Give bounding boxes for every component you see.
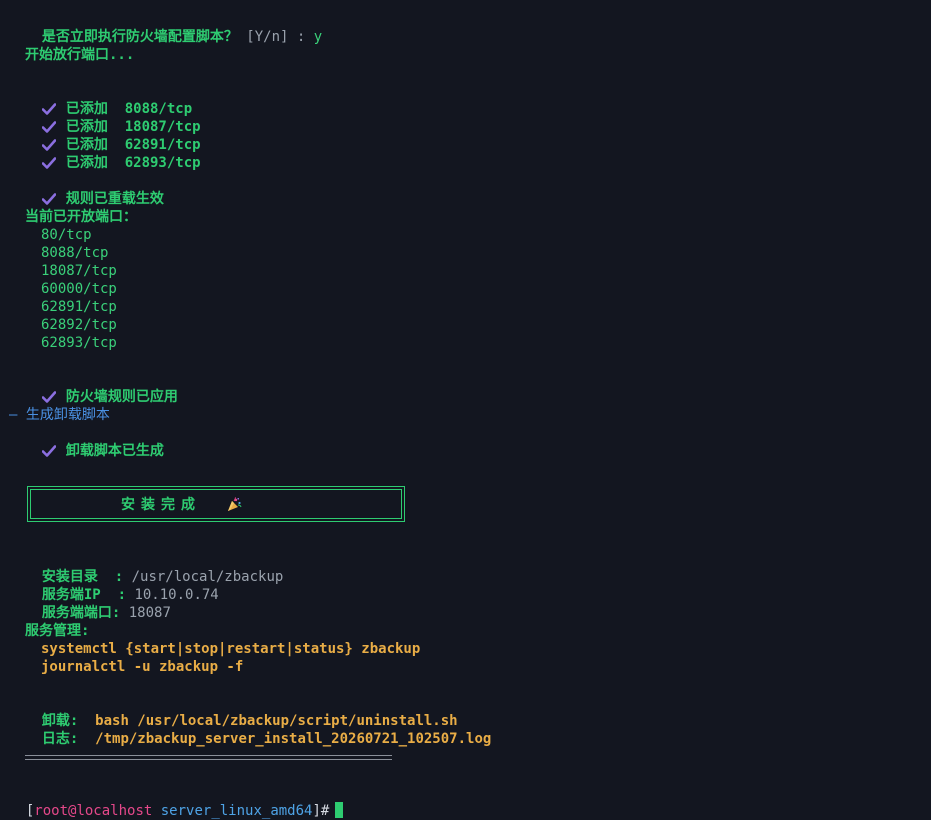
open-port: 80/tcp: [41, 227, 92, 243]
opening-ports-text: 开始放行端口...: [25, 47, 135, 63]
service-cmd-systemctl: systemctl {start|stop|restart|status} zb…: [41, 641, 421, 657]
party-popper-icon: [226, 497, 242, 517]
confirm-answer: y: [313, 29, 323, 45]
open-port: 62891/tcp: [41, 299, 117, 315]
prompt-user-host: root@localhost: [34, 803, 153, 819]
install-dir-line: 安装目录 : /usr/local/zbackup: [25, 550, 283, 585]
text-cursor[interactable]: [335, 802, 344, 818]
server-port-label: 服务端端口:: [41, 605, 121, 621]
log-line: 日志: /tmp/zbackup_server_install_20260721…: [25, 712, 491, 747]
prompt-dir: server_linux_amd64: [160, 803, 313, 819]
open-port: 62892/tcp: [41, 317, 117, 333]
check-icon: [41, 154, 66, 172]
added-line: 已添加 62893/tcp: [25, 136, 201, 171]
log-label: 日志:: [41, 731, 79, 747]
uninstall-generated-text: 卸载脚本已生成: [65, 443, 164, 459]
reloaded-text: 规则已重载生效: [65, 191, 164, 207]
shell-prompt[interactable]: [root@localhost server_linux_amd64]#: [9, 784, 344, 819]
added-line: 已添加 62891/tcp: [25, 118, 201, 153]
check-icon: [41, 442, 66, 460]
install-complete-box: [27, 486, 405, 522]
log-path: /tmp/zbackup_server_install_20260721_102…: [95, 731, 492, 747]
service-mgmt-title: 服务管理:: [25, 623, 90, 639]
added-label: 已添加: [65, 155, 108, 171]
server-port-value: 18087: [128, 605, 171, 621]
open-port: 62893/tcp: [41, 335, 117, 351]
section-uninstall-heading: — 生成卸载脚本: [9, 407, 110, 423]
separator: [25, 755, 392, 760]
firewall-applied-line: 防火墙规则已应用: [25, 370, 178, 405]
confirm-line: 是否立即执行防火墙配置脚本？ [Y/n] : y: [25, 10, 322, 45]
server-ip-line: 服务端IP : 10.10.0.74: [25, 568, 219, 603]
firewall-applied-text: 防火墙规则已应用: [65, 389, 178, 405]
confirm-question: 是否立即执行防火墙配置脚本？: [41, 29, 238, 45]
reloaded-line: 规则已重载生效: [25, 172, 164, 207]
check-icon: [41, 388, 66, 406]
uninstall-line: 卸载: bash /usr/local/zbackup/script/unins…: [25, 694, 458, 729]
open-port: 18087/tcp: [41, 263, 117, 279]
open-port: 8088/tcp: [41, 245, 109, 261]
added-line: 已添加 18087/tcp: [25, 100, 201, 135]
added-port: 62893/tcp: [124, 155, 201, 171]
open-port: 60000/tcp: [41, 281, 117, 297]
confirm-options: [Y/n] :: [246, 29, 306, 45]
install-complete-title: 安装完成: [121, 497, 201, 513]
uninstall-generated-line: 卸载脚本已生成: [25, 424, 164, 459]
open-ports-title: 当前已开放端口：: [25, 209, 137, 225]
server-port-line: 服务端端口: 18087: [25, 586, 171, 621]
added-line: 已添加 8088/tcp: [25, 82, 192, 117]
service-cmd-journalctl: journalctl -u zbackup -f: [41, 659, 244, 675]
check-icon: [41, 190, 66, 208]
